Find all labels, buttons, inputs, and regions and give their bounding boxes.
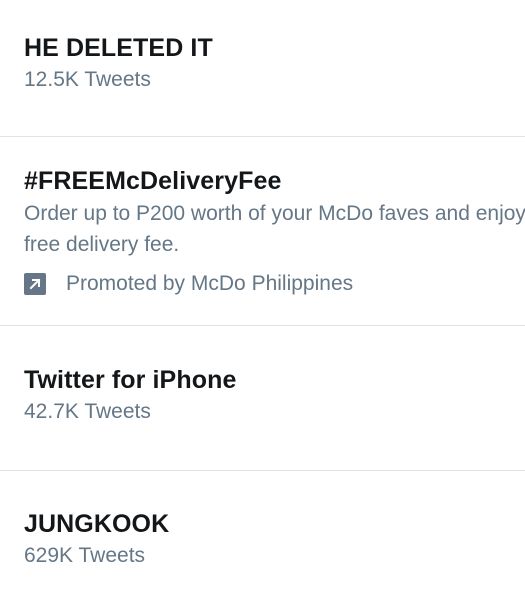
trend-item-he-deleted-it[interactable]: HE DELETED IT 12.5K Tweets	[0, 0, 525, 137]
trend-title: JUNGKOOK	[24, 510, 170, 538]
trend-item-jungkook[interactable]: JUNGKOOK 629K Tweets	[0, 471, 525, 593]
trend-tweet-count: 629K Tweets	[24, 544, 146, 567]
trend-title: Twitter for iPhone	[24, 366, 237, 394]
trend-tweet-count: 42.7K Tweets	[24, 400, 151, 423]
trend-tweet-count: 12.5K Tweets	[24, 68, 151, 91]
promoted-arrow-icon	[24, 273, 46, 295]
promoted-label: Promoted by McDo Philippines	[24, 270, 525, 298]
trend-item-promoted-mcdelivery[interactable]: #FREEMcDeliveryFee Order up to P200 wort…	[0, 137, 525, 326]
promoted-by-text: Promoted by McDo Philippines	[66, 272, 354, 295]
promoted-trend-description: Order up to P200 worth of your McDo fave…	[24, 202, 525, 256]
trend-title: HE DELETED IT	[24, 34, 213, 62]
trend-item-twitter-for-iphone[interactable]: Twitter for iPhone 42.7K Tweets	[0, 326, 525, 471]
trend-title: #FREEMcDeliveryFee	[24, 167, 282, 195]
trends-list: HE DELETED IT 12.5K Tweets #FREEMcDelive…	[0, 0, 525, 593]
